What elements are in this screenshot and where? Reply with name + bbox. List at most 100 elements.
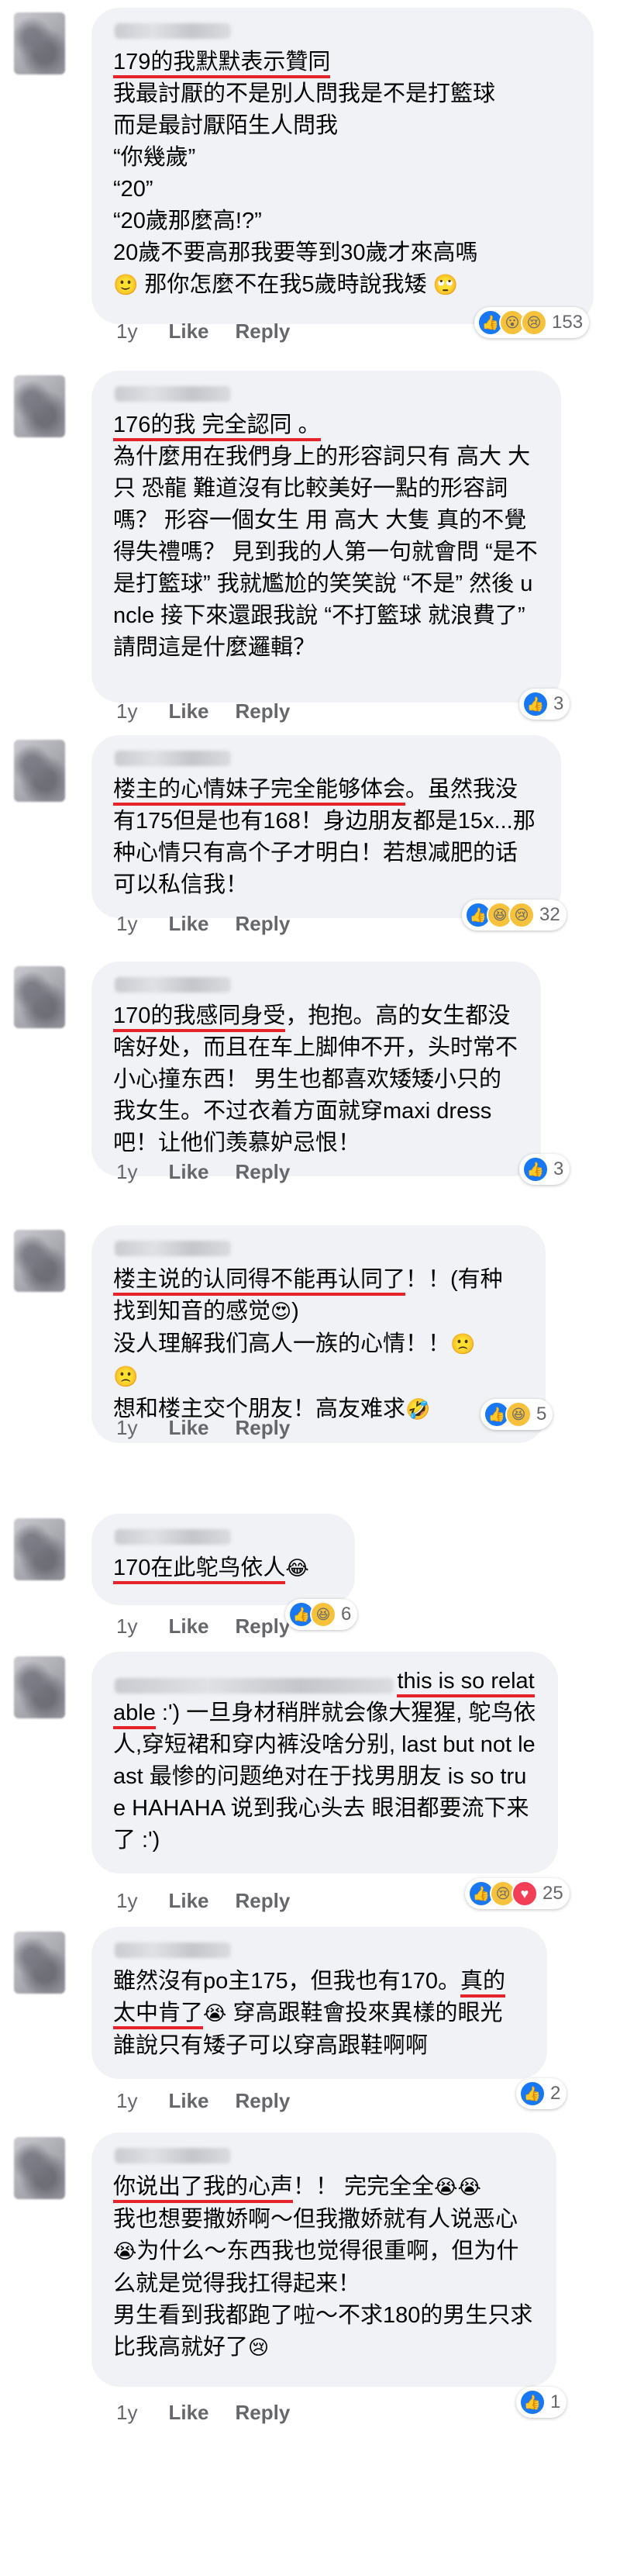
timestamp[interactable]: 1y <box>116 912 137 935</box>
love-reaction-icon: ♥ <box>512 1880 538 1907</box>
highlighted-text: 176的我 完全認同 。 <box>113 413 321 441</box>
like-button[interactable]: Like <box>168 2089 208 2112</box>
highlighted-text: 179的我默默表示贊同 <box>113 50 331 78</box>
reaction-summary[interactable]: 👍 😆 5 <box>480 1399 553 1430</box>
reply-button[interactable]: Reply <box>236 1614 291 1638</box>
like-button[interactable]: Like <box>168 1614 208 1638</box>
timestamp[interactable]: 1y <box>116 2401 137 2424</box>
author-name[interactable] <box>115 386 231 402</box>
highlighted-text: 170的我感同身受 <box>113 1003 286 1032</box>
emoji-icon: 🙄 <box>432 274 458 297</box>
avatar[interactable] <box>14 1518 65 1580</box>
reply-button[interactable]: Reply <box>236 912 291 935</box>
timestamp[interactable]: 1y <box>116 1416 137 1439</box>
emoji-icon: 🙂 <box>113 274 139 297</box>
reaction-count: 153 <box>552 312 584 333</box>
author-name[interactable] <box>115 1241 231 1256</box>
like-button[interactable]: Like <box>168 699 208 723</box>
reaction-count: 5 <box>536 1404 547 1424</box>
avatar[interactable] <box>14 1932 65 1994</box>
reaction-summary[interactable]: 👍 😆 6 <box>285 1599 358 1630</box>
highlighted-text: 170在此鸵鸟依人 <box>113 1556 286 1584</box>
like-button[interactable]: Like <box>168 1889 208 1912</box>
reaction-count: 6 <box>341 1604 352 1625</box>
timestamp[interactable]: 1y <box>116 1889 137 1912</box>
author-name[interactable] <box>115 751 231 766</box>
timestamp[interactable]: 1y <box>116 1160 137 1183</box>
timestamp[interactable]: 1y <box>116 699 137 723</box>
comment-text: 楼主说的认同得不能再认同了！！(有种找到知音的感觉😍) 没人理解我们高人一族的心… <box>113 1264 524 1426</box>
avatar[interactable] <box>14 1230 65 1292</box>
comment-actions: 1y Like Reply <box>116 319 316 344</box>
sad-reaction-icon: 😢 <box>508 902 535 928</box>
reaction-summary[interactable]: 👍 3 <box>519 1154 570 1185</box>
avatar[interactable] <box>14 2137 65 2199</box>
reply-button[interactable]: Reply <box>236 319 291 343</box>
comment-actions: 1y Like Reply <box>116 2401 316 2425</box>
comment-text: 雖然沒有po主175，但我也有170。真的太中肯了😭 穿高跟鞋會投來異樣的眼光 … <box>113 1966 525 2062</box>
like-reaction-icon: 👍 <box>519 2389 546 2415</box>
emoji-icon: 😭 <box>113 2240 137 2263</box>
avatar[interactable] <box>14 1656 65 1718</box>
like-button[interactable]: Like <box>168 1416 208 1439</box>
haha-reaction-icon: 😆 <box>505 1401 532 1428</box>
timestamp[interactable]: 1y <box>116 319 137 343</box>
text-segment: 为什么～东西我也觉得很重啊，但为什么就是觉得我扛得起来！ 男生看到我都跑了啦～不… <box>113 2239 533 2360</box>
emoji-icon: 🤣 <box>405 1398 431 1421</box>
highlighted-text: 楼主说的认同得不能再认同了 <box>113 1267 406 1296</box>
text-segment: 我最討厭的不是別人問我是不是打籃球 而是最討厭陌生人問我 “你幾歲” “20” … <box>113 81 496 265</box>
emoji-icon: 🙁 <box>113 1366 139 1389</box>
like-button[interactable]: Like <box>168 2401 208 2424</box>
reply-button[interactable]: Reply <box>236 1160 291 1183</box>
author-name[interactable] <box>115 2148 231 2163</box>
reply-button[interactable]: Reply <box>236 699 291 723</box>
reply-button[interactable]: Reply <box>236 2089 291 2112</box>
like-button[interactable]: Like <box>168 1160 208 1183</box>
avatar[interactable] <box>14 375 65 437</box>
author-name[interactable] <box>115 977 231 993</box>
emoji-icon: 😂 <box>285 1557 309 1580</box>
like-reaction-icon: 👍 <box>522 1156 549 1183</box>
reaction-summary[interactable]: 👍 😢 ♥ 25 <box>465 1878 570 1909</box>
avatar[interactable] <box>14 740 65 802</box>
reaction-summary[interactable]: 👍 3 <box>519 689 570 720</box>
comment-bubble: 楼主说的认同得不能再认同了！！(有种找到知音的感觉😍) 没人理解我们高人一族的心… <box>91 1225 546 1443</box>
haha-reaction-icon: 😆 <box>310 1601 336 1628</box>
reaction-summary[interactable]: 👍 2 <box>516 2078 567 2109</box>
emoji-icon: 😍 <box>270 1300 292 1324</box>
like-button[interactable]: Like <box>168 319 208 343</box>
reply-button[interactable]: Reply <box>236 2401 291 2424</box>
avatar[interactable] <box>14 12 65 74</box>
timestamp[interactable]: 1y <box>116 1614 137 1638</box>
reply-button[interactable]: Reply <box>236 1416 291 1439</box>
comment-actions: 1y Like Reply <box>116 699 316 723</box>
reaction-count: 3 <box>553 693 564 714</box>
author-name[interactable] <box>115 23 231 39</box>
comment-bubble: 176的我 完全認同 。 為什麼用在我們身上的形容詞只有 高大 大只 恐龍 難道… <box>91 371 561 703</box>
comment-bubble: 170在此鸵鸟依人😂 <box>91 1514 355 1605</box>
like-reaction-icon: 👍 <box>522 691 549 717</box>
comment-text: 楼主的心情妹子完全能够体会。虽然我没有175但是也有168！身边朋友都是15x.… <box>113 774 539 901</box>
comment-bubble: this is so relatable :') 一旦身材稍胖就会像大猩猩, 鸵… <box>91 1652 558 1873</box>
reaction-count: 25 <box>542 1883 563 1904</box>
reply-button[interactable]: Reply <box>236 1889 291 1912</box>
emoji-icon: 🙁 <box>450 1333 476 1356</box>
author-name[interactable] <box>115 1677 394 1694</box>
text-segment: 為什麼用在我們身上的形容詞只有 高大 大只 恐龍 難道沒有比較美好一點的形容詞嗎… <box>113 444 538 660</box>
text-segment: 我也想要撒娇啊～但我撒娇就有人说恶心 <box>113 2207 518 2232</box>
text-segment: :') 一旦身材稍胖就会像大猩猩, 鸵鸟依人,穿短裙和穿内裤没啥分别, last… <box>113 1701 536 1853</box>
emoji-icon: 😢 <box>248 2336 270 2360</box>
highlighted-text: 你说出了我的心声 <box>113 2174 294 2203</box>
like-button[interactable]: Like <box>168 912 208 935</box>
reaction-summary[interactable]: 👍 😆 😢 32 <box>462 900 567 931</box>
text-segment: ！！ 完完全全 <box>293 2174 435 2199</box>
author-name[interactable] <box>115 1529 231 1545</box>
comment-text: 176的我 完全認同 。 為什麼用在我們身上的形容詞只有 高大 大只 恐龍 難道… <box>113 409 539 664</box>
highlighted-text: 楼主的心情妹子完全能够体会 <box>113 777 406 806</box>
comment-text: 170在此鸵鸟依人😂 <box>113 1552 333 1585</box>
reaction-summary[interactable]: 👍 1 <box>516 2387 567 2418</box>
reaction-summary[interactable]: 👍 😮 😢 153 <box>474 307 590 338</box>
timestamp[interactable]: 1y <box>116 2089 137 2112</box>
author-name[interactable] <box>115 1942 231 1958</box>
avatar[interactable] <box>14 966 65 1028</box>
